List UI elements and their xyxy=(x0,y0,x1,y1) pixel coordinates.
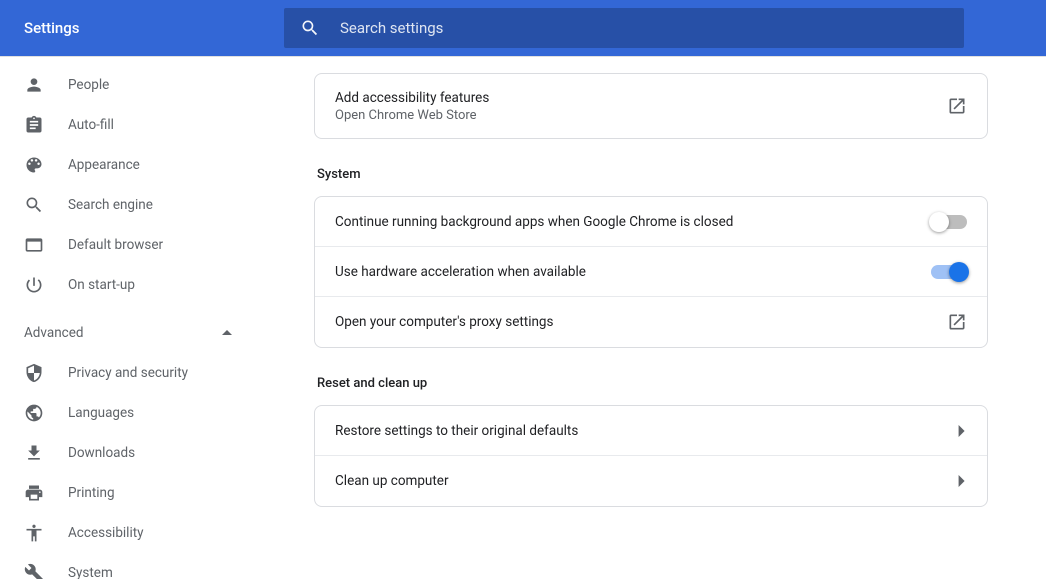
row-title: Open your computer's proxy settings xyxy=(335,314,947,330)
chevron-right-icon xyxy=(955,475,967,487)
palette-icon xyxy=(24,155,44,175)
reset-card: Restore settings to their original defau… xyxy=(314,405,988,507)
sidebar: People Auto-fill Appearance Search engin… xyxy=(0,57,256,579)
download-icon xyxy=(24,443,44,463)
sidebar-item-label: System xyxy=(68,565,113,579)
sidebar-section-label: Advanced xyxy=(24,325,84,341)
sidebar-item-label: Default browser xyxy=(68,237,163,253)
sidebar-section-advanced[interactable]: Advanced xyxy=(0,313,256,353)
chevron-up-icon xyxy=(222,328,232,338)
print-icon xyxy=(24,483,44,503)
sidebar-item-label: Auto-fill xyxy=(68,117,114,133)
row-title: Use hardware acceleration when available xyxy=(335,264,931,280)
system-card: Continue running background apps when Go… xyxy=(314,196,988,348)
sidebar-item-printing[interactable]: Printing xyxy=(0,473,256,513)
hardware-accel-row: Use hardware acceleration when available xyxy=(315,247,987,297)
autofill-icon xyxy=(24,115,44,135)
shield-icon xyxy=(24,363,44,383)
row-subtitle: Open Chrome Web Store xyxy=(335,108,947,123)
sidebar-item-label: Accessibility xyxy=(68,525,144,541)
background-apps-row: Continue running background apps when Go… xyxy=(315,197,987,247)
add-accessibility-row[interactable]: Add accessibility features Open Chrome W… xyxy=(315,74,987,138)
sidebar-item-languages[interactable]: Languages xyxy=(0,393,256,433)
sidebar-item-label: Languages xyxy=(68,405,134,421)
search-icon xyxy=(24,195,44,215)
sidebar-item-label: On start-up xyxy=(68,277,135,293)
sidebar-item-label: Search engine xyxy=(68,197,153,213)
section-title-reset: Reset and clean up xyxy=(317,376,988,391)
sidebar-item-accessibility[interactable]: Accessibility xyxy=(0,513,256,553)
sidebar-item-startup[interactable]: On start-up xyxy=(0,265,256,305)
search-input[interactable] xyxy=(340,19,948,37)
search-box[interactable] xyxy=(284,8,964,48)
browser-icon xyxy=(24,235,44,255)
sidebar-item-system[interactable]: System xyxy=(0,553,256,579)
header: Settings xyxy=(0,0,1046,56)
sidebar-item-label: Printing xyxy=(68,485,115,501)
sidebar-item-appearance[interactable]: Appearance xyxy=(0,145,256,185)
power-icon xyxy=(24,275,44,295)
cleanup-row[interactable]: Clean up computer xyxy=(315,456,987,506)
person-icon xyxy=(24,75,44,95)
main-content: Add accessibility features Open Chrome W… xyxy=(256,57,1046,579)
hardware-accel-toggle[interactable] xyxy=(931,265,967,279)
globe-icon xyxy=(24,403,44,423)
proxy-settings-row[interactable]: Open your computer's proxy settings xyxy=(315,297,987,347)
external-link-icon xyxy=(947,312,967,332)
sidebar-item-autofill[interactable]: Auto-fill xyxy=(0,105,256,145)
row-title: Restore settings to their original defau… xyxy=(335,423,955,439)
row-title: Clean up computer xyxy=(335,473,955,489)
sidebar-item-default-browser[interactable]: Default browser xyxy=(0,225,256,265)
section-title-system: System xyxy=(317,167,988,182)
chevron-right-icon xyxy=(955,425,967,437)
sidebar-item-privacy[interactable]: Privacy and security xyxy=(0,353,256,393)
background-apps-toggle[interactable] xyxy=(931,215,967,229)
external-link-icon xyxy=(947,96,967,116)
sidebar-item-label: Appearance xyxy=(68,157,140,173)
row-title: Add accessibility features xyxy=(335,90,947,106)
wrench-icon xyxy=(24,563,44,579)
sidebar-item-label: Downloads xyxy=(68,445,135,461)
sidebar-item-search-engine[interactable]: Search engine xyxy=(0,185,256,225)
restore-defaults-row[interactable]: Restore settings to their original defau… xyxy=(315,406,987,456)
sidebar-item-label: Privacy and security xyxy=(68,365,188,381)
sidebar-item-downloads[interactable]: Downloads xyxy=(0,433,256,473)
search-icon xyxy=(300,18,320,38)
page-title: Settings xyxy=(24,19,284,37)
accessibility-icon xyxy=(24,523,44,543)
row-title: Continue running background apps when Go… xyxy=(335,214,931,230)
sidebar-item-label: People xyxy=(68,77,109,93)
accessibility-card: Add accessibility features Open Chrome W… xyxy=(314,73,988,139)
sidebar-item-people[interactable]: People xyxy=(0,65,256,105)
